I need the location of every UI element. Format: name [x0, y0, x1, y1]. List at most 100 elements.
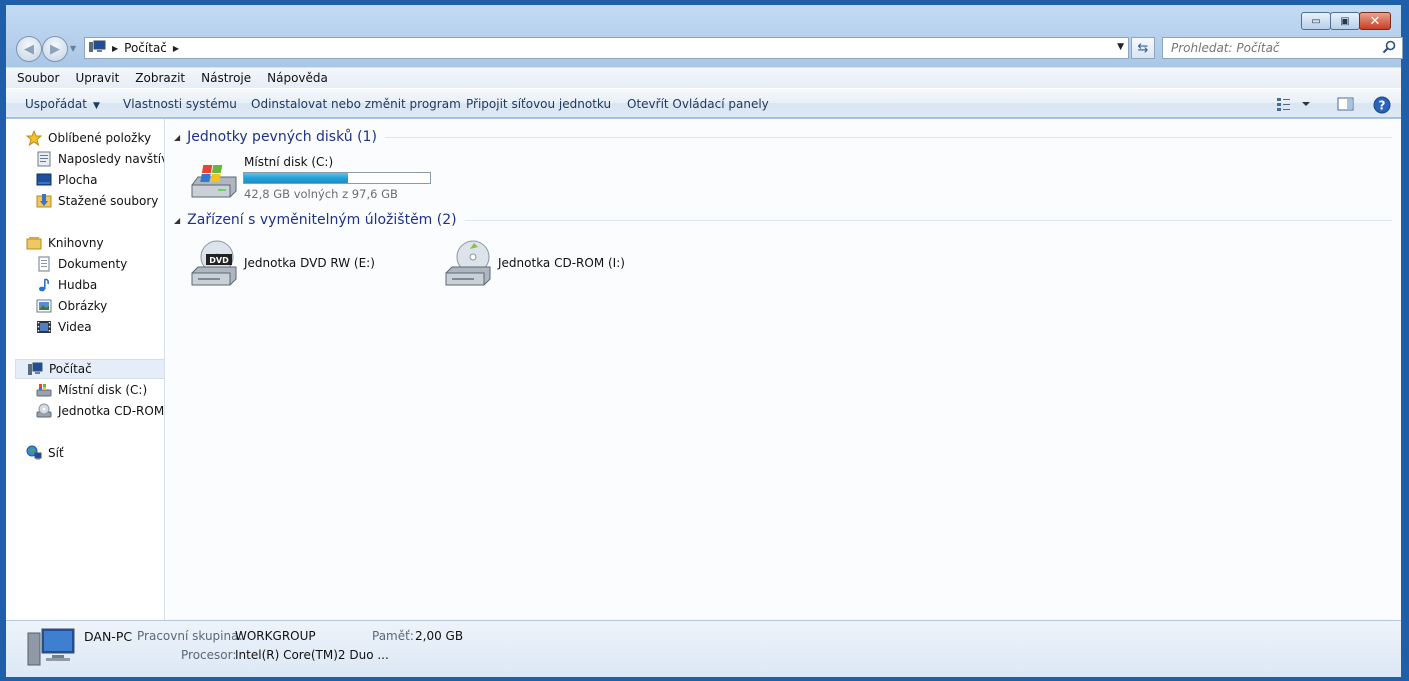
nav-label: Síť: [48, 446, 64, 460]
file-list-pane: ◢ Jednotky pevných disků (1) Místní disk…: [166, 119, 1401, 620]
nav-network[interactable]: Síť: [26, 443, 64, 463]
forward-arrow-icon: ▶: [50, 41, 60, 57]
cdrom-drive-icon: [36, 403, 52, 419]
group-divider: [464, 219, 1392, 221]
nav-label: Hudba: [58, 278, 98, 292]
collapse-triangle-icon[interactable]: ◢: [174, 216, 180, 225]
nav-videos[interactable]: Videa: [36, 317, 92, 337]
breadcrumb-computer[interactable]: Počítač: [124, 41, 167, 55]
dvd-drive-icon: DVD: [190, 239, 240, 290]
refresh-icon: ⇆: [1137, 40, 1149, 56]
map-network-drive-button[interactable]: Připojit síťovou jednotku: [466, 97, 611, 111]
memory-label: Paměť:: [372, 629, 414, 643]
workgroup-label: Pracovní skupina:: [137, 629, 243, 643]
nav-computer[interactable]: Počítač: [15, 359, 164, 379]
group-header-removable[interactable]: ◢ Zařízení s vyměnitelným úložištěm (2): [174, 212, 1392, 228]
nav-label: Plocha: [58, 173, 98, 187]
nav-libraries[interactable]: Knihovny: [26, 233, 104, 253]
maximize-button[interactable]: ▣: [1330, 12, 1360, 30]
nav-cdrom[interactable]: Jednotka CD-ROM (I:): [36, 401, 164, 421]
film-strip-icon: [36, 319, 52, 335]
refresh-button[interactable]: ⇆: [1131, 37, 1155, 59]
nav-favorites[interactable]: Oblíbené položky: [26, 128, 151, 148]
recent-pages-dropdown[interactable]: ▼: [70, 44, 76, 53]
breadcrumb-arrow-icon[interactable]: ▶: [173, 44, 179, 53]
svg-text:?: ?: [1379, 99, 1386, 113]
group-title: Jednotky pevných disků (1): [187, 129, 377, 145]
minimize-button[interactable]: ▭: [1301, 12, 1331, 30]
disk-usage-fill: [244, 173, 349, 183]
nav-local-disk[interactable]: Místní disk (C:): [36, 380, 147, 400]
menu-tools[interactable]: Nástroje: [201, 71, 251, 85]
nav-desktop[interactable]: Plocha: [36, 170, 97, 190]
documents-icon: [36, 256, 52, 272]
forward-button[interactable]: ▶: [42, 36, 68, 62]
back-button[interactable]: ◀: [16, 36, 42, 62]
disk-usage-bar: [243, 172, 431, 184]
menu-edit[interactable]: Upravit: [75, 71, 119, 85]
nav-label: Naposledy navštívené: [58, 152, 164, 166]
nav-recent-places[interactable]: Naposledy navštívené: [36, 149, 164, 169]
nav-pictures[interactable]: Obrázky: [36, 296, 107, 316]
back-arrow-icon: ◀: [24, 41, 34, 57]
change-view-button[interactable]: [1276, 96, 1316, 115]
computer-icon: [26, 627, 76, 672]
uninstall-program-button[interactable]: Odinstalovat nebo změnit program: [251, 97, 461, 111]
drive-label: Jednotka DVD RW (E:): [244, 256, 375, 270]
star-icon: [26, 130, 42, 146]
network-icon: [26, 445, 42, 461]
nav-label: Videa: [58, 320, 92, 334]
collapse-triangle-icon[interactable]: ◢: [174, 133, 180, 142]
memory-value: 2,00 GB: [415, 629, 464, 643]
organize-button[interactable]: Uspořádat ▼: [25, 97, 100, 111]
recent-places-icon: [36, 151, 52, 167]
address-bar[interactable]: ▶ Počítač ▶ ▼: [84, 37, 1129, 59]
desktop-icon: [36, 172, 52, 188]
drive-label: Jednotka CD-ROM (I:): [498, 256, 625, 270]
command-bar: Uspořádat ▼ Vlastnosti systému Odinstalov…: [6, 88, 1401, 118]
close-button[interactable]: ✕: [1359, 12, 1391, 30]
caption-buttons: ▭ ▣ ✕: [1301, 12, 1391, 30]
workgroup-value: WORKGROUP: [235, 629, 316, 643]
nav-music[interactable]: Hudba: [36, 275, 97, 295]
computer-icon: [27, 361, 43, 377]
group-header-hard-drives[interactable]: ◢ Jednotky pevných disků (1): [174, 129, 1392, 145]
nav-downloads[interactable]: Stažené soubory: [36, 191, 158, 211]
downloads-folder-icon: [36, 193, 52, 209]
nav-documents[interactable]: Dokumenty: [36, 254, 127, 274]
nav-label: Počítač: [49, 362, 92, 376]
computer-name: DAN-PC: [84, 629, 133, 644]
search-box[interactable]: [1162, 37, 1403, 59]
nav-label: Dokumenty: [58, 257, 128, 271]
help-icon: ?: [1373, 96, 1391, 114]
menu-file[interactable]: Soubor: [17, 71, 59, 85]
breadcrumb-arrow-icon[interactable]: ▶: [112, 44, 118, 53]
open-control-panel-button[interactable]: Otevřít Ovládací panely: [627, 97, 769, 111]
drive-free-space: 42,8 GB volných z 97,6 GB: [244, 187, 398, 201]
navigation-pane: Oblíbené položky Naposledy navštívené Pl…: [6, 119, 165, 620]
computer-icon: [88, 40, 106, 57]
hard-drive-icon: [36, 382, 52, 398]
music-note-icon: [36, 277, 52, 293]
drive-label: Místní disk (C:): [244, 155, 334, 169]
preview-pane-button[interactable]: [1337, 96, 1355, 115]
search-input[interactable]: [1171, 41, 1371, 55]
drive-dvd-e[interactable]: DVD Jednotka DVD RW (E:): [186, 237, 386, 287]
cdrom-drive-icon: [444, 239, 494, 290]
processor-value: Intel(R) Core(TM)2 Duo ...: [235, 648, 389, 662]
menu-bar: Soubor Upravit Zobrazit Nástroje Nápověd…: [6, 67, 1401, 88]
menu-view[interactable]: Zobrazit: [135, 71, 185, 85]
menu-help[interactable]: Nápověda: [267, 71, 328, 85]
group-divider: [384, 136, 1392, 138]
system-properties-button[interactable]: Vlastnosti systému: [123, 97, 237, 111]
drive-cdrom-i[interactable]: Jednotka CD-ROM (I:): [440, 237, 640, 287]
details-pane: DAN-PC Pracovní skupina: WORKGROUP Paměť…: [6, 620, 1401, 677]
content-area: Oblíbené položky Naposledy navštívené Pl…: [6, 119, 1401, 620]
help-button[interactable]: ?: [1373, 96, 1391, 117]
organize-label: Uspořádat: [25, 97, 87, 111]
address-history-dropdown[interactable]: ▼: [1117, 42, 1124, 52]
drive-local-c[interactable]: Místní disk (C:) 42,8 GB volných z 97,6 …: [186, 153, 436, 203]
search-icon[interactable]: [1382, 40, 1396, 57]
processor-label: Procesor:: [181, 648, 237, 662]
nav-label: Místní disk (C:): [58, 383, 148, 397]
